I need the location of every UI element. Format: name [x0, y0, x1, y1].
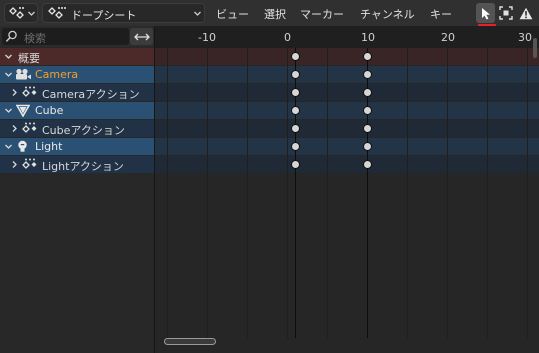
cursor-arrow-icon — [481, 7, 490, 19]
channel-label: Light — [35, 140, 63, 153]
box-select-button[interactable] — [496, 3, 515, 23]
menu-marker[interactable]: マーカー — [300, 6, 344, 22]
channel-row-cube-action[interactable]: Cubeアクション — [0, 120, 155, 137]
editor-header: ドープシート ビュー 選択 マーカー チャンネル キー — [0, 0, 539, 26]
chevron-right-icon[interactable] — [10, 124, 19, 133]
search-placeholder: 検索 — [24, 32, 46, 45]
keyframe[interactable] — [291, 52, 300, 61]
action-icon — [22, 158, 37, 169]
keyframe[interactable] — [291, 124, 300, 133]
swap-filter-button[interactable] — [130, 28, 153, 45]
dopesheet-icon — [9, 7, 24, 19]
channel-label: 概要 — [18, 52, 40, 65]
keyframe[interactable] — [291, 70, 300, 79]
timeline-row-camera — [155, 66, 539, 83]
warning-button[interactable] — [516, 3, 535, 23]
timeline-row-summary — [155, 48, 539, 65]
tick-label: 30 — [518, 31, 532, 44]
chevron-down-icon[interactable] — [4, 142, 13, 151]
cone-mesh-icon — [16, 104, 30, 117]
keyframe[interactable] — [291, 88, 300, 97]
keyframe[interactable] — [291, 106, 300, 115]
camera-icon — [16, 68, 31, 80]
channel-row-light-action[interactable]: Lightアクション — [0, 156, 155, 173]
channel-row-camera[interactable]: Camera — [0, 66, 155, 83]
grid-line — [247, 48, 248, 338]
channel-label: Cube — [35, 104, 64, 117]
menu-view[interactable]: ビュー — [216, 6, 249, 22]
tick-label: 10 — [361, 31, 375, 44]
tick-label: 0 — [284, 31, 291, 44]
grid-line — [287, 48, 288, 338]
chevron-down-icon[interactable] — [4, 70, 13, 79]
channel-row-summary[interactable]: 概要 — [0, 48, 155, 65]
menu-channel[interactable]: チャンネル — [360, 6, 415, 22]
dopesheet-mode-icon — [48, 7, 66, 19]
frame-select-icon — [498, 6, 513, 20]
keyframe[interactable] — [291, 142, 300, 151]
menu-select[interactable]: 選択 — [264, 6, 286, 22]
chevron-down-icon — [28, 11, 35, 16]
timeline-row-light — [155, 138, 539, 155]
grid-line — [447, 48, 448, 338]
chevron-down-icon[interactable] — [4, 106, 13, 115]
double-arrow-icon — [133, 33, 150, 40]
chevron-right-icon[interactable] — [10, 160, 19, 169]
channel-row-camera-action[interactable]: Cameraアクション — [0, 84, 155, 101]
action-icon — [22, 86, 37, 97]
grid-line — [487, 48, 488, 338]
grid-line — [207, 48, 208, 338]
select-tool-button[interactable] — [476, 3, 495, 23]
grid-line — [327, 48, 328, 338]
editor-type-dropdown[interactable] — [4, 3, 38, 23]
keyframe[interactable] — [363, 160, 372, 169]
keyframe[interactable] — [363, 88, 372, 97]
grid-line — [407, 48, 408, 338]
menu-key[interactable]: キー — [430, 6, 452, 22]
channel-label: Cameraアクション — [42, 88, 140, 101]
keyframe[interactable] — [363, 142, 372, 151]
chevron-down-icon — [194, 11, 201, 16]
keyframe[interactable] — [363, 70, 372, 79]
keyframe[interactable] — [363, 52, 372, 61]
mode-dropdown[interactable]: ドープシート — [42, 3, 205, 23]
tick-label: 20 — [441, 31, 455, 44]
action-icon — [22, 122, 37, 133]
mode-label: ドープシート — [71, 9, 137, 22]
grid-line — [167, 48, 168, 338]
timeline-row-cube-action — [155, 120, 539, 137]
channel-row-light[interactable]: Light — [0, 138, 155, 155]
channel-label: Cubeアクション — [42, 124, 125, 137]
grid-line — [527, 48, 528, 338]
bulb-icon — [18, 140, 27, 152]
timeline-row-light-action — [155, 156, 539, 173]
channel-label: Camera — [35, 68, 79, 81]
chevron-down-icon[interactable] — [4, 52, 13, 61]
chevron-right-icon[interactable] — [10, 88, 19, 97]
channel-search-input[interactable] — [2, 28, 129, 45]
timeline-row-cube — [155, 102, 539, 119]
keyframe[interactable] — [291, 160, 300, 169]
search-icon — [5, 30, 17, 42]
horizontal-scrollbar[interactable] — [164, 338, 216, 345]
keyframe[interactable] — [363, 124, 372, 133]
vertical-scrollbar[interactable] — [532, 38, 538, 58]
channel-label: Lightアクション — [42, 160, 124, 173]
channel-row-cube[interactable]: Cube — [0, 102, 155, 119]
warning-icon — [519, 7, 532, 19]
timeline-row-camera-action — [155, 84, 539, 101]
keyframe[interactable] — [363, 106, 372, 115]
tick-label: -10 — [198, 31, 216, 44]
